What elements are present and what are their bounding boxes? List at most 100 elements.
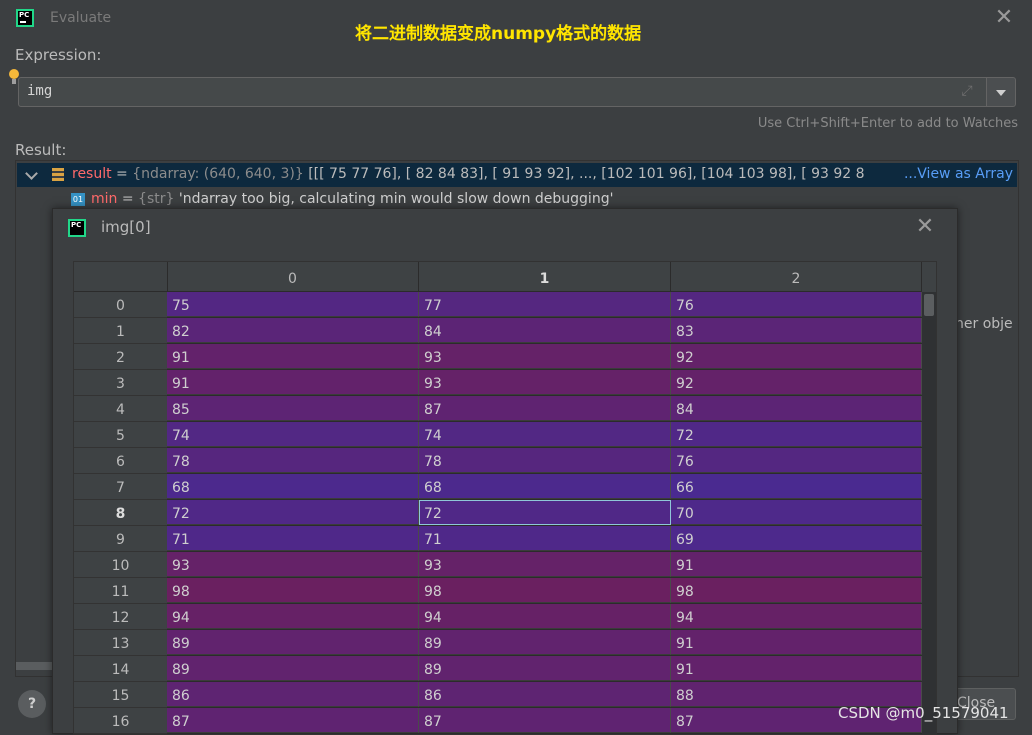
- table-row: 3 91 93 92: [74, 370, 922, 396]
- column-header[interactable]: 0: [167, 262, 419, 292]
- column-header[interactable]: 1: [419, 262, 671, 292]
- result-name: result: [72, 166, 112, 182]
- grid-header: 012: [74, 262, 936, 292]
- popup-title: img[0]: [101, 218, 151, 236]
- expression-input[interactable]: img ⤢: [18, 77, 988, 107]
- table-cell[interactable]: 83: [671, 318, 922, 343]
- table-cell[interactable]: 93: [419, 344, 671, 369]
- table-cell[interactable]: 98: [419, 578, 671, 603]
- background-text-fragment: ner obje: [955, 316, 1013, 332]
- row-index[interactable]: 9: [74, 526, 167, 552]
- table-row: 15 86 86 88: [74, 682, 922, 708]
- table-row: 1 82 84 83: [74, 318, 922, 344]
- table-cell[interactable]: 69: [671, 526, 922, 551]
- result-row[interactable]: result = {ndarray: (640, 640, 3)} [[[ 75…: [17, 163, 1017, 187]
- table-cell[interactable]: 78: [167, 448, 419, 473]
- table-cell[interactable]: 77: [419, 292, 671, 317]
- table-cell[interactable]: 68: [167, 474, 419, 499]
- table-cell[interactable]: 93: [419, 370, 671, 395]
- table-cell[interactable]: 92: [671, 344, 922, 369]
- table-cell[interactable]: 84: [671, 396, 922, 421]
- table-cell[interactable]: 86: [419, 682, 671, 707]
- table-cell[interactable]: 76: [671, 292, 922, 317]
- table-cell[interactable]: 87: [419, 396, 671, 421]
- table-cell[interactable]: 72: [671, 422, 922, 447]
- table-cell[interactable]: 86: [167, 682, 419, 707]
- help-button[interactable]: ?: [18, 690, 46, 718]
- table-cell[interactable]: 71: [419, 526, 671, 551]
- table-cell[interactable]: 72: [167, 500, 419, 525]
- table-row: 2 91 93 92: [74, 344, 922, 370]
- row-index[interactable]: 6: [74, 448, 167, 474]
- table-row: 6 78 78 76: [74, 448, 922, 474]
- close-icon[interactable]: ✕: [994, 7, 1014, 29]
- equals-sign: =: [117, 191, 139, 207]
- table-cell[interactable]: 87: [167, 708, 419, 733]
- row-index[interactable]: 1: [74, 318, 167, 344]
- table-cell[interactable]: 94: [671, 604, 922, 629]
- table-cell[interactable]: 82: [167, 318, 419, 343]
- table-cell[interactable]: 68: [419, 474, 671, 499]
- table-cell[interactable]: 74: [167, 422, 419, 447]
- row-index[interactable]: 4: [74, 396, 167, 422]
- row-index[interactable]: 0: [74, 292, 167, 318]
- row-index[interactable]: 13: [74, 630, 167, 656]
- table-cell[interactable]: 71: [167, 526, 419, 551]
- table-cell[interactable]: 85: [167, 396, 419, 421]
- vertical-scrollbar[interactable]: [922, 292, 936, 734]
- expression-value[interactable]: img: [27, 83, 52, 99]
- expand-icon[interactable]: ⤢: [959, 83, 975, 99]
- result-preview: [[[ 75 77 76], [ 82 84 83], [ 91 93 92],…: [303, 166, 865, 182]
- table-cell[interactable]: 94: [419, 604, 671, 629]
- table-cell[interactable]: 76: [671, 448, 922, 473]
- table-cell[interactable]: 70: [671, 500, 922, 525]
- table-cell[interactable]: 74: [419, 422, 671, 447]
- table-cell[interactable]: 89: [167, 656, 419, 681]
- row-index[interactable]: 5: [74, 422, 167, 448]
- table-cell[interactable]: 91: [671, 656, 922, 681]
- table-cell[interactable]: 89: [419, 656, 671, 681]
- scrollbar-thumb[interactable]: [924, 294, 934, 316]
- array-grid[interactable]: 012 0 75 77 76 1 82 84 83 2 91 93 92 3 91 93 92 4 85 87 84 5…: [73, 261, 937, 735]
- table-cell[interactable]: 78: [419, 448, 671, 473]
- row-index[interactable]: 7: [74, 474, 167, 500]
- table-cell[interactable]: 66: [671, 474, 922, 499]
- table-cell[interactable]: 98: [671, 578, 922, 603]
- row-index[interactable]: 8: [74, 500, 167, 526]
- table-row: 7 68 68 66: [74, 474, 922, 500]
- table-cell[interactable]: 91: [167, 344, 419, 369]
- table-cell[interactable]: 91: [167, 370, 419, 395]
- table-cell[interactable]: 89: [167, 630, 419, 655]
- table-cell[interactable]: 92: [671, 370, 922, 395]
- row-index[interactable]: 15: [74, 682, 167, 708]
- table-cell[interactable]: 94: [167, 604, 419, 629]
- expand-arrow-icon[interactable]: [25, 167, 38, 180]
- watermark: CSDN @m0_51579041: [838, 704, 1009, 722]
- table-cell[interactable]: 84: [419, 318, 671, 343]
- horizontal-scrollbar[interactable]: [16, 662, 54, 670]
- table-cell[interactable]: 93: [167, 552, 419, 577]
- row-index[interactable]: 11: [74, 578, 167, 604]
- row-index[interactable]: 2: [74, 344, 167, 370]
- column-header[interactable]: 2: [671, 262, 922, 292]
- table-cell[interactable]: 87: [419, 708, 671, 733]
- table-cell[interactable]: 89: [419, 630, 671, 655]
- table-cell[interactable]: 93: [419, 552, 671, 577]
- history-dropdown-button[interactable]: [986, 77, 1016, 107]
- table-cell[interactable]: 91: [671, 552, 922, 577]
- equals-sign: =: [111, 166, 133, 182]
- row-index[interactable]: 16: [74, 708, 167, 734]
- table-row: 10 93 93 91: [74, 552, 922, 578]
- row-index[interactable]: 3: [74, 370, 167, 396]
- table-cell[interactable]: 75: [167, 292, 419, 317]
- table-cell[interactable]: 98: [167, 578, 419, 603]
- table-cell[interactable]: 91: [671, 630, 922, 655]
- view-as-array-link[interactable]: ...View as Array: [899, 166, 1013, 182]
- annotation-caption: 将二进制数据变成numpy格式的数据: [355, 24, 642, 44]
- row-index[interactable]: 14: [74, 656, 167, 682]
- table-cell[interactable]: 72: [419, 500, 671, 525]
- row-index[interactable]: 10: [74, 552, 167, 578]
- pycharm-logo-icon: PC: [68, 219, 86, 237]
- close-icon[interactable]: ✕: [915, 216, 935, 238]
- row-index[interactable]: 12: [74, 604, 167, 630]
